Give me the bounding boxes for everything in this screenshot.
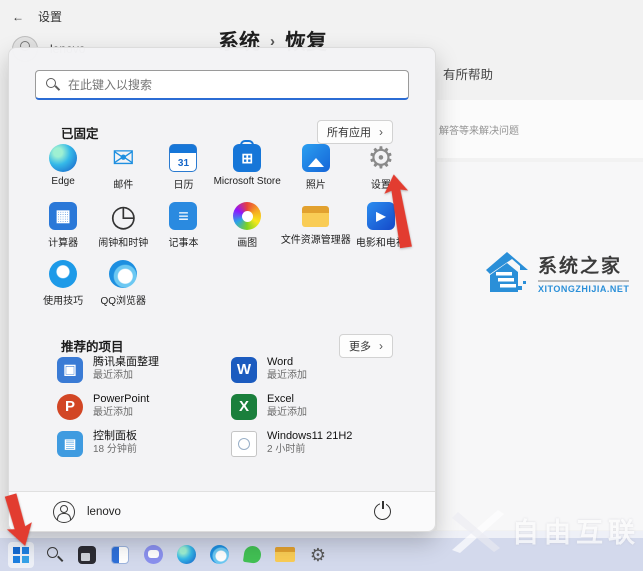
store-icon: ⊞ xyxy=(233,144,261,172)
more-button[interactable]: 更多 › xyxy=(339,334,393,358)
pinned-app-microsoft-store[interactable]: ⊞Microsoft Store xyxy=(214,144,281,199)
pinned-app-edge[interactable]: Edge xyxy=(33,144,93,199)
settings-card xyxy=(437,162,643,530)
desktop-organizer-icon: ▣ xyxy=(57,357,83,383)
edge-icon xyxy=(177,545,196,564)
taskbar-search-button[interactable] xyxy=(41,542,67,568)
excel-icon: X xyxy=(231,394,257,420)
pinned-app-alarms-clock[interactable]: ◷闹钟和时钟 xyxy=(93,202,153,257)
qq-browser-icon xyxy=(210,545,229,564)
recommended-item-word[interactable]: WWord最近添加 xyxy=(231,356,405,383)
desktop xyxy=(0,531,643,538)
chevron-right-icon: › xyxy=(379,339,383,353)
windows-start-icon xyxy=(13,547,29,563)
edge-icon xyxy=(49,144,77,172)
notepad-icon: ≡ xyxy=(169,202,197,230)
window-title: 设置 xyxy=(38,8,62,25)
clock-icon: ◷ xyxy=(109,202,137,230)
recommended-grid: ▣腾讯桌面整理最近添加 WWord最近添加 PPowerPoint最近添加 XE… xyxy=(57,356,405,457)
search-box[interactable] xyxy=(35,70,409,100)
pinned-app-mail[interactable]: ✉邮件 xyxy=(93,144,153,199)
pinned-app-tips[interactable]: 使用技巧 xyxy=(33,260,93,315)
paint-icon xyxy=(233,202,261,230)
taskbar: ⚙ xyxy=(0,538,643,571)
taskbar-chat-button[interactable] xyxy=(140,542,166,568)
pinned-app-qq-browser[interactable]: QQ浏览器 xyxy=(93,260,153,315)
settings-titlebar: ← 设置 xyxy=(12,8,62,25)
pinned-app-movies-tv[interactable]: ▶电影和电视 xyxy=(351,202,411,257)
pinned-app-calculator[interactable]: ▦计算器 xyxy=(33,202,93,257)
word-icon: W xyxy=(231,357,257,383)
power-button[interactable] xyxy=(374,503,391,520)
search-icon xyxy=(46,78,59,91)
desktop-app-icon xyxy=(78,546,96,564)
user-icon xyxy=(53,501,75,523)
xitongzhijia-logo-icon xyxy=(484,246,530,298)
calendar-icon: 31 xyxy=(169,144,197,172)
taskbar-start-button[interactable] xyxy=(8,542,34,568)
pinned-section-title: 已固定 xyxy=(61,123,99,142)
pinned-app-photos[interactable]: 照片 xyxy=(281,144,351,199)
settings-link-text[interactable]: 解答等来解决问题 xyxy=(439,122,519,137)
taskbar-file-explorer-button[interactable] xyxy=(272,542,298,568)
pinned-app-paint[interactable]: 画图 xyxy=(214,202,281,257)
green-app-icon xyxy=(242,545,261,564)
photos-icon xyxy=(302,144,330,172)
search-input[interactable] xyxy=(68,78,398,92)
gear-icon: ⚙ xyxy=(367,144,395,172)
recommended-item-windows11-file[interactable]: Windows11 21H22 小时前 xyxy=(231,430,405,457)
control-panel-icon: ▤ xyxy=(57,431,83,457)
recommended-section-title: 推荐的项目 xyxy=(61,336,124,355)
pinned-app-notepad[interactable]: ≡记事本 xyxy=(153,202,213,257)
recommended-item-powerpoint[interactable]: PPowerPoint最近添加 xyxy=(57,393,231,420)
pinned-app-settings[interactable]: ⚙设置 xyxy=(351,144,411,199)
taskbar-widgets-button[interactable] xyxy=(107,542,133,568)
mail-icon: ✉ xyxy=(109,144,137,172)
taskbar-settings-button[interactable]: ⚙ xyxy=(305,542,331,568)
taskbar-desktop-app-button[interactable] xyxy=(74,542,100,568)
gear-icon: ⚙ xyxy=(310,546,326,564)
recommended-item-excel[interactable]: XExcel最近添加 xyxy=(231,393,405,420)
folder-icon xyxy=(275,547,295,562)
calculator-icon: ▦ xyxy=(49,202,77,230)
taskbar-qq-browser-button[interactable] xyxy=(206,542,232,568)
watermark-subtitle: XITONGZHIJIA.NET xyxy=(538,280,629,294)
widgets-icon xyxy=(111,546,129,564)
powerpoint-icon: P xyxy=(57,394,83,420)
settings-description-text: 有所帮助 xyxy=(443,64,493,83)
watermark-xitongzhijia: 系统之家 XITONGZHIJIA.NET xyxy=(484,246,640,298)
watermark-title: 系统之家 xyxy=(538,251,629,278)
pinned-app-file-explorer[interactable]: 文件资源管理器 xyxy=(281,202,351,257)
start-menu-footer: lenovo xyxy=(9,491,435,531)
recommended-item-control-panel[interactable]: ▤控制面板18 分钟前 xyxy=(57,430,231,457)
qq-browser-icon xyxy=(109,260,137,288)
chat-icon xyxy=(144,545,163,564)
tips-icon xyxy=(49,260,77,288)
document-icon xyxy=(231,431,257,457)
movies-tv-icon: ▶ xyxy=(367,202,395,230)
chevron-right-icon: › xyxy=(379,125,383,139)
taskbar-green-app-button[interactable] xyxy=(239,542,265,568)
recommended-item-desktop-organizer[interactable]: ▣腾讯桌面整理最近添加 xyxy=(57,356,231,383)
taskbar-edge-button[interactable] xyxy=(173,542,199,568)
search-icon xyxy=(47,547,62,562)
pinned-app-calendar[interactable]: 31日历 xyxy=(153,144,213,199)
user-name: lenovo xyxy=(87,506,121,518)
user-profile-button[interactable]: lenovo xyxy=(53,501,121,523)
back-arrow-icon[interactable]: ← xyxy=(12,10,24,24)
pinned-apps-grid: Edge ✉邮件 31日历 ⊞Microsoft Store 照片 ⚙设置 ▦计… xyxy=(33,144,411,315)
folder-icon xyxy=(302,206,329,227)
start-menu: 已固定 所有应用 › Edge ✉邮件 31日历 ⊞Microsoft Stor… xyxy=(8,47,436,532)
